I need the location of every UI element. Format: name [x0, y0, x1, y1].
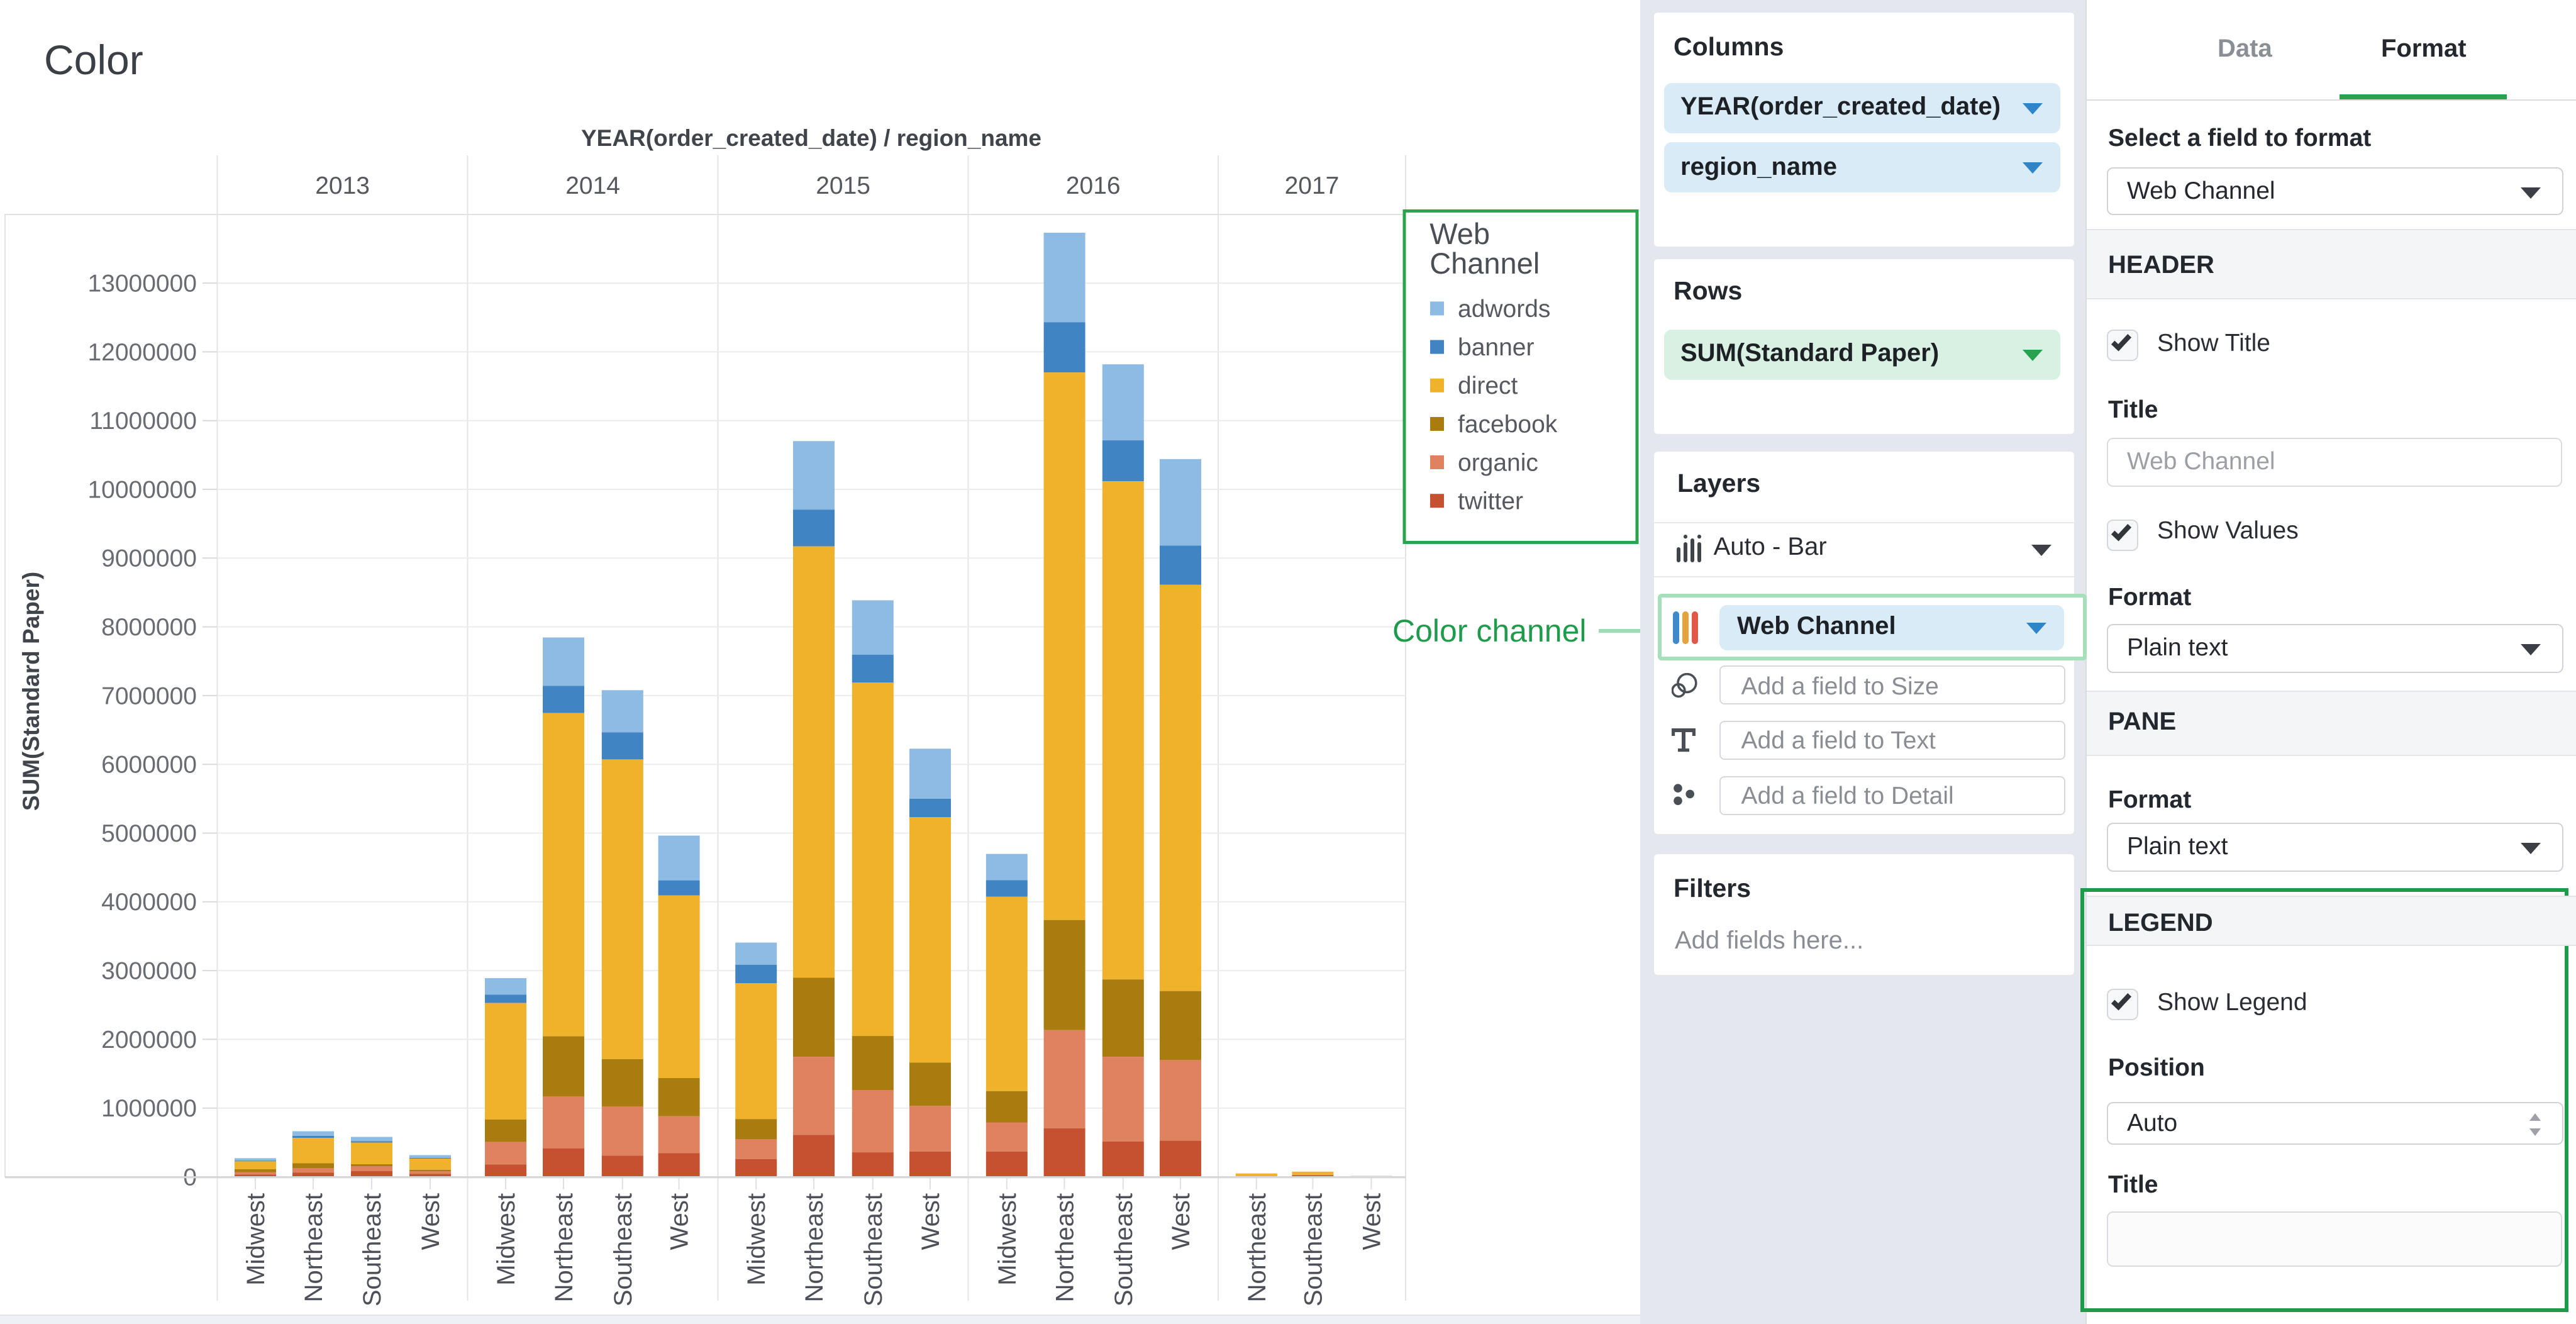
svg-text:adwords: adwords [1458, 296, 1550, 323]
svg-text:twitter: twitter [1458, 488, 1523, 515]
svg-text:Midwest: Midwest [242, 1193, 270, 1286]
svg-text:9000000: 9000000 [101, 545, 197, 572]
svg-text:West: West [1358, 1193, 1385, 1250]
svg-text:Southeast: Southeast [1110, 1193, 1138, 1306]
svg-text:Northeast: Northeast [300, 1193, 328, 1302]
svg-text:7000000: 7000000 [101, 682, 197, 709]
svg-text:Northeast: Northeast [550, 1193, 578, 1302]
svg-text:facebook: facebook [1458, 411, 1558, 438]
svg-text:Southeast: Southeast [1299, 1193, 1327, 1306]
svg-text:2017: 2017 [1285, 172, 1340, 199]
svg-text:13000000: 13000000 [87, 270, 197, 298]
svg-text:11000000: 11000000 [89, 408, 197, 435]
svg-text:Northeast: Northeast [801, 1193, 828, 1302]
svg-text:organic: organic [1458, 449, 1538, 476]
svg-text:West: West [1167, 1193, 1195, 1250]
svg-text:Northeast: Northeast [1051, 1193, 1079, 1302]
svg-text:5000000: 5000000 [101, 820, 197, 847]
svg-text:Southeast: Southeast [860, 1193, 887, 1306]
svg-text:2016: 2016 [1066, 172, 1121, 199]
svg-text:2015: 2015 [816, 172, 870, 199]
svg-text:12000000: 12000000 [87, 339, 197, 366]
svg-text:2013: 2013 [315, 172, 370, 199]
svg-text:4000000: 4000000 [101, 889, 197, 916]
svg-text:3000000: 3000000 [101, 958, 197, 985]
svg-text:1000000: 1000000 [101, 1095, 197, 1122]
svg-text:2014: 2014 [565, 172, 620, 199]
svg-text:Midwest: Midwest [994, 1193, 1021, 1286]
svg-text:Channel: Channel [1430, 247, 1540, 280]
svg-text:Southeast: Southeast [358, 1193, 386, 1306]
svg-text:YEAR(order_created_date) / reg: YEAR(order_created_date) / region_name [581, 125, 1041, 151]
svg-text:direct: direct [1458, 372, 1518, 399]
svg-text:Midwest: Midwest [492, 1193, 520, 1286]
svg-text:Southeast: Southeast [609, 1193, 637, 1306]
svg-text:SUM(Standard Paper): SUM(Standard Paper) [18, 572, 44, 811]
svg-text:Northeast: Northeast [1243, 1193, 1271, 1302]
svg-text:10000000: 10000000 [87, 476, 197, 503]
svg-text:West: West [917, 1193, 945, 1250]
svg-text:6000000: 6000000 [101, 752, 197, 779]
svg-text:banner: banner [1458, 334, 1534, 361]
svg-text:Midwest: Midwest [743, 1193, 770, 1286]
svg-text:West: West [666, 1193, 694, 1250]
svg-text:2000000: 2000000 [101, 1026, 197, 1054]
svg-text:Web: Web [1430, 217, 1490, 250]
svg-text:West: West [417, 1193, 445, 1250]
svg-text:8000000: 8000000 [101, 614, 197, 641]
